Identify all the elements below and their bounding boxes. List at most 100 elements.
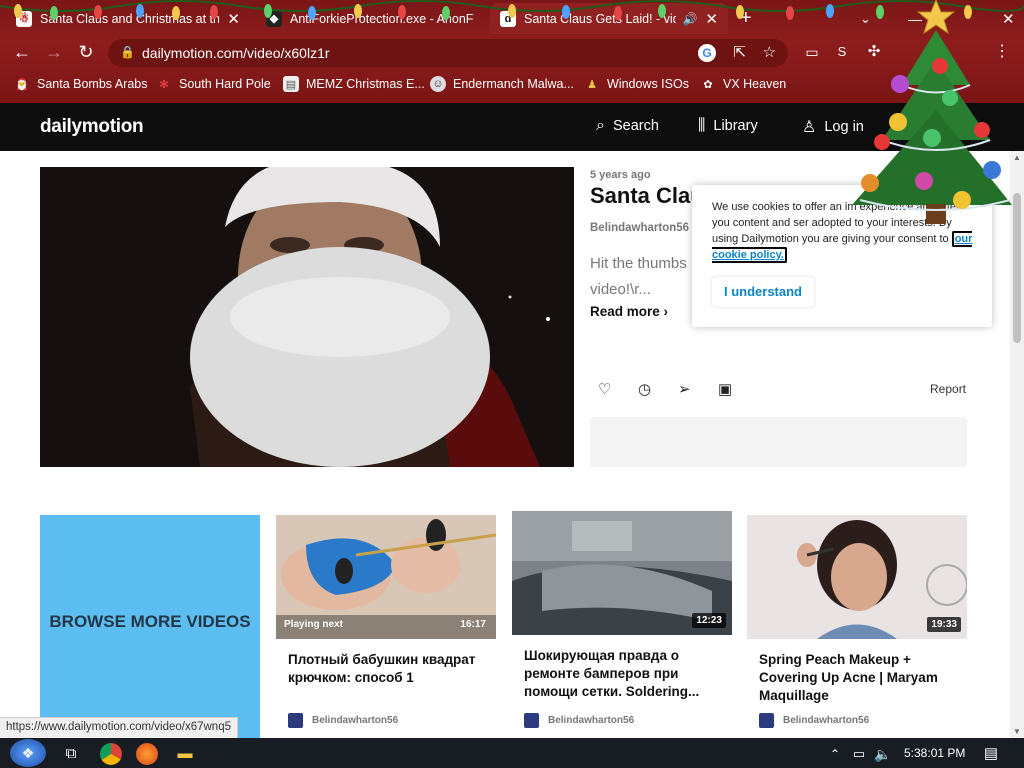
video-thumbnail[interactable]: 19:33: [747, 515, 967, 639]
ad-placeholder: [590, 417, 967, 467]
video-card[interactable]: Playing next 16:17 Плотный бабушкин квад…: [276, 515, 496, 738]
chevron-right-icon: ›: [663, 304, 669, 319]
windows-taskbar: ❖ ⧉ ▬ ⌃ ▭ 🔈 5:38:01 PM ▤: [0, 738, 1024, 768]
extension-flag-icon[interactable]: ▭: [800, 40, 824, 64]
card-title[interactable]: Плотный бабушкин квадрат крючком: способ…: [288, 651, 486, 687]
video-card[interactable]: 12:23 Шокирующая правда о ремонте бампер…: [512, 511, 732, 738]
address-bar[interactable]: 🔒 dailymotion.com/video/x60lz1r G ⇱ ☆: [108, 39, 788, 67]
video-actions: ♡ ◷ ➢ ▣: [598, 380, 758, 398]
extension-s-icon[interactable]: S: [830, 40, 854, 64]
video-title: Santa Clau: [590, 183, 704, 208]
santa-favicon-icon: ☃: [16, 10, 32, 27]
system-clock[interactable]: 5:38:01 PM: [904, 746, 965, 760]
card-channel[interactable]: Belindawharton56: [759, 713, 869, 728]
task-view-icon[interactable]: ⧉: [60, 743, 82, 765]
report-link[interactable]: Report: [930, 382, 966, 396]
bookmark-item[interactable]: ▤ MEMZ Christmas E...: [283, 76, 425, 92]
duration-badge: 16:17: [460, 619, 486, 630]
bookmark-label: MEMZ Christmas E...: [306, 77, 425, 91]
card-channel[interactable]: Belindawharton56: [288, 713, 398, 728]
channel-name[interactable]: Belindawharton56: [590, 222, 689, 234]
google-icon[interactable]: G: [698, 44, 716, 62]
file-explorer-icon[interactable]: ▬: [174, 743, 196, 765]
share-send-icon[interactable]: ➢: [678, 380, 718, 398]
user-icon: ♙: [802, 119, 817, 136]
start-button-icon[interactable]: ❖: [10, 739, 46, 767]
tab-2[interactable]: ◆ AntiForkieProtection.exe - AnonF: [256, 3, 492, 34]
cookie-text: We use cookies to offer an im experience…: [712, 199, 974, 263]
channel-label: Belindawharton56: [548, 715, 635, 726]
scroll-up-icon[interactable]: ▲: [1013, 153, 1021, 162]
cookie-banner: We use cookies to offer an im experience…: [692, 185, 992, 327]
snowflake-icon: ✻: [159, 78, 169, 91]
tab-title: Santa Claus Gets Laid! - vide: [524, 11, 677, 26]
video-card[interactable]: 19:33 Spring Peach Makeup + Covering Up …: [747, 515, 967, 738]
close-window-icon[interactable]: ✕: [992, 3, 1016, 34]
bookmark-item[interactable]: ♟ Windows ISOs: [584, 76, 689, 92]
bookmark-item[interactable]: ☺ Endermanch Malwa...: [430, 76, 574, 92]
volume-icon[interactable]: 🔈: [872, 743, 894, 765]
watch-later-clock-icon[interactable]: ◷: [638, 380, 678, 398]
video-thumbnail[interactable]: Playing next 16:17: [276, 515, 496, 639]
bookmark-label: South Hard Pole: [179, 77, 271, 91]
browse-more-videos-tile[interactable]: BROWSE MORE VIDEOS: [40, 515, 260, 738]
video-thumbnail[interactable]: 12:23: [512, 511, 732, 635]
read-more-label: Read more: [590, 304, 660, 319]
card-channel[interactable]: Belindawharton56: [524, 713, 634, 728]
reload-icon[interactable]: ↻: [74, 40, 98, 64]
like-heart-icon[interactable]: ♡: [598, 380, 638, 398]
library-icon: ⫼: [698, 117, 706, 134]
chrome-taskbar-icon[interactable]: [100, 743, 122, 765]
bookmark-star-icon[interactable]: ☆: [763, 43, 776, 61]
url-text[interactable]: dailymotion.com/video/x60lz1r: [142, 45, 330, 61]
duration-badge: 19:33: [927, 617, 961, 632]
card-title[interactable]: Spring Peach Makeup + Covering Up Acne |…: [759, 651, 957, 705]
card-title[interactable]: Шокирующая правда о ремонте бамперов при…: [524, 647, 722, 701]
network-icon[interactable]: ▭: [848, 743, 870, 765]
bookmark-label: Santa Bombs Arabs: [37, 77, 148, 91]
close-tab-icon[interactable]: ✕: [705, 10, 718, 28]
windows-isos-icon: ♟: [587, 78, 597, 91]
page-content: 5 years ago Santa Clau Belindawharton56 …: [0, 151, 1010, 738]
bookmarks-bar: 🎅 Santa Bombs Arabs ✻ South Hard Pole ▤ MEM…: [0, 72, 1024, 98]
minimize-icon[interactable]: —: [898, 3, 922, 34]
channel-avatar: [759, 713, 774, 728]
add-to-playlist-icon[interactable]: ▣: [718, 380, 758, 398]
bookmark-item[interactable]: 🎅 Santa Bombs Arabs: [14, 76, 147, 92]
tab-search-icon[interactable]: ⌄: [850, 3, 876, 34]
new-tab-button[interactable]: +: [730, 3, 760, 34]
show-hidden-icons-icon[interactable]: ⌃: [824, 743, 846, 765]
audio-playing-icon[interactable]: 🔊: [682, 12, 697, 26]
video-frame-image: [40, 167, 574, 467]
tab-3-active[interactable]: d Santa Claus Gets Laid! - vide 🔊 ✕: [490, 3, 728, 34]
duration-badge: 12:23: [692, 613, 726, 628]
channel-label: Belindawharton56: [783, 715, 870, 726]
tab-strip: ☃ Santa Claus and Christmas at the ✕ ◆ A…: [0, 0, 1024, 34]
library-button[interactable]: ⫼ Library: [698, 117, 758, 135]
bookmark-item[interactable]: ✿ VX Heaven: [700, 76, 786, 92]
bookmark-item[interactable]: ✻ South Hard Pole: [156, 76, 271, 92]
tab-title: Santa Claus and Christmas at the: [40, 11, 220, 26]
page-scrollbar[interactable]: ▲ ▼: [1010, 151, 1024, 738]
notifications-icon[interactable]: ▤: [980, 743, 1002, 765]
tab-1[interactable]: ☃ Santa Claus and Christmas at the ✕: [6, 3, 250, 34]
menu-dots-icon[interactable]: ⋮: [990, 40, 1014, 64]
link-status-bar: https://www.dailymotion.com/video/x67wnq…: [0, 717, 238, 738]
santa-icon: 🎅: [15, 78, 29, 91]
search-button[interactable]: ⌕ Search: [596, 117, 659, 135]
back-icon[interactable]: ←: [10, 40, 34, 64]
dailymotion-logo[interactable]: dailymotion: [40, 116, 144, 138]
read-more-link[interactable]: Read more ›: [590, 304, 668, 319]
extensions-puzzle-icon[interactable]: ✣: [862, 40, 886, 64]
forward-icon[interactable]: →: [42, 40, 66, 64]
vx-heaven-icon: ✿: [703, 78, 713, 91]
video-player[interactable]: [40, 167, 574, 467]
firefox-taskbar-icon[interactable]: [136, 743, 158, 765]
login-button[interactable]: ♙ Log in: [802, 117, 864, 137]
share-icon[interactable]: ⇱: [733, 43, 746, 61]
scrollbar-thumb[interactable]: [1013, 193, 1021, 343]
close-tab-icon[interactable]: ✕: [227, 10, 240, 28]
bookmark-label: VX Heaven: [723, 77, 787, 91]
scroll-down-icon[interactable]: ▼: [1013, 727, 1021, 736]
i-understand-button[interactable]: I understand: [712, 277, 814, 307]
